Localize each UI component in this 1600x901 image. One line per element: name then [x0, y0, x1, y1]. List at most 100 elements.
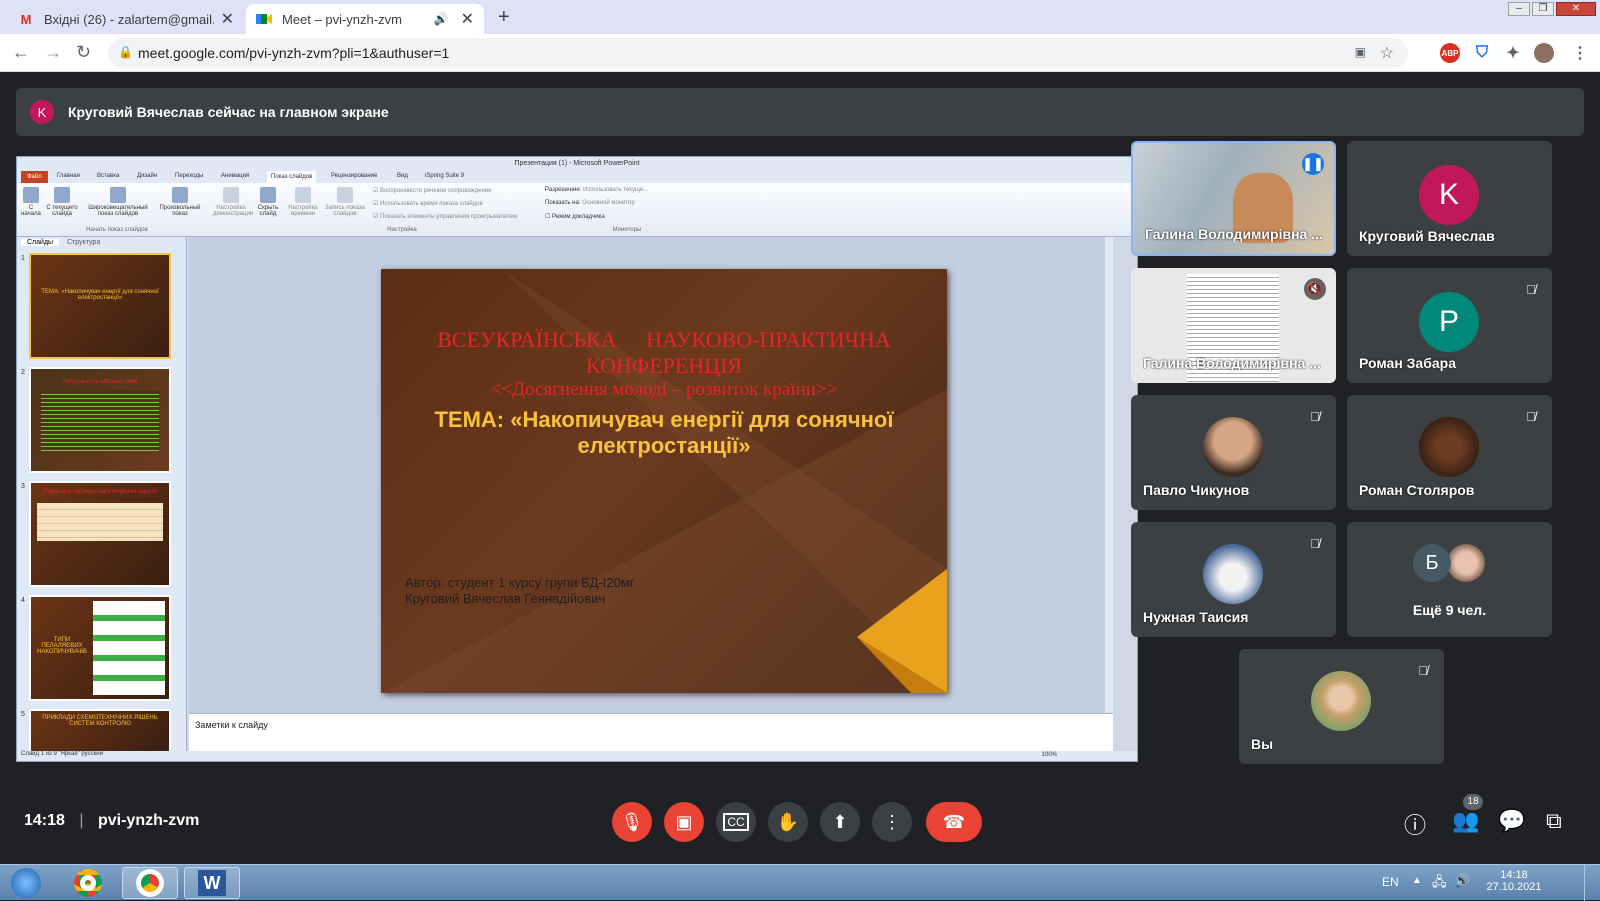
- slide-thumbnail-1[interactable]: ТЕМА: «Накопичувач енергії для сонячної …: [29, 253, 171, 359]
- camera-blocked-icon[interactable]: ▣: [1355, 45, 1366, 59]
- volume-icon[interactable]: 🔊: [1454, 873, 1470, 889]
- extensions-icon[interactable]: ✦: [1503, 43, 1523, 63]
- thumb-text-block: [41, 391, 159, 451]
- back-icon[interactable]: ←: [12, 42, 30, 63]
- ppt-tab-transitions[interactable]: Переходы: [175, 173, 203, 179]
- ribbon-hide-slide[interactable]: Скрыть слайд: [253, 187, 283, 217]
- adblock-icon[interactable]: ABP: [1440, 43, 1460, 63]
- tray-arrow-icon[interactable]: ▲: [1412, 875, 1422, 886]
- panel-tab-slides[interactable]: Слайды: [21, 239, 60, 246]
- raise-hand-button[interactable]: ✋: [768, 802, 808, 842]
- ribbon-from-current[interactable]: С текущего слайда: [45, 187, 79, 217]
- clock[interactable]: 14:18 27.10.2021: [1486, 869, 1542, 893]
- participant-tile-galyna-presentation[interactable]: 🔇 Галина Володимирівна ...: [1131, 268, 1336, 383]
- vertical-scrollbar[interactable]: [1105, 237, 1113, 713]
- thumb-title: ТЕМА: «Накопичувач енергії для сонячної …: [41, 289, 159, 301]
- participant-tile-zabara[interactable]: P 🎙̸ Роман Забара: [1347, 268, 1552, 383]
- participant-tile-kruhovyi[interactable]: K Круговий Вячеслав: [1347, 141, 1552, 256]
- minimize-button[interactable]: –: [1508, 2, 1530, 16]
- ribbon-checkbox-narration[interactable]: ☑ Воспроизвести речевое сопровождение: [373, 187, 492, 194]
- tab-meet[interactable]: Meet – pvi-ynzh-zvm 🔊 ✕: [246, 4, 484, 34]
- new-tab-button[interactable]: +: [498, 6, 510, 29]
- people-icon[interactable]: 👥: [1452, 808, 1479, 834]
- speaker-icon[interactable]: 🔊: [434, 12, 449, 26]
- slide-thumbnail-2[interactable]: Актуальність обраної теми: [29, 367, 171, 473]
- speaking-indicator-icon: ❚❚: [1302, 153, 1324, 175]
- leave-call-button[interactable]: ☎: [926, 802, 982, 842]
- ribbon-label: Запись показа слайдов: [324, 205, 366, 217]
- ppt-tab-home[interactable]: Главная: [57, 173, 80, 179]
- ribbon-resolution[interactable]: Разрешение: Использовать текуще...: [545, 187, 648, 193]
- info-icon[interactable]: ⓘ: [1404, 808, 1426, 840]
- taskbar-word[interactable]: W: [184, 867, 240, 899]
- ppt-tab-animation[interactable]: Анимация: [221, 173, 249, 179]
- ribbon-checkbox-controls[interactable]: ☑ Показать элементы управления проигрыва…: [373, 213, 517, 220]
- close-icon[interactable]: ✕: [221, 9, 234, 29]
- participant-tile-more[interactable]: Б Ещё 9 чел.: [1347, 522, 1552, 637]
- chat-icon[interactable]: 💬: [1498, 808, 1525, 834]
- ppt-tab-design[interactable]: Дизайн: [137, 173, 157, 179]
- tab-gmail[interactable]: M Вхідні (26) - zalartem@gmail.com ✕: [8, 4, 244, 34]
- participant-tile-chykunov[interactable]: 🎙̸ Павло Чикунов: [1131, 395, 1336, 510]
- participant-tile-nuzhna[interactable]: 🎙̸ Нужная Таисия: [1131, 522, 1336, 637]
- adblock-label: ABP: [1441, 48, 1459, 58]
- language-indicator[interactable]: EN: [1382, 875, 1399, 889]
- reload-icon[interactable]: ↻: [76, 42, 91, 63]
- captions-button[interactable]: CC: [716, 802, 756, 842]
- mic-toggle-button[interactable]: 🎙: [612, 802, 652, 842]
- hang-up-icon: ☎: [942, 811, 966, 832]
- restore-button[interactable]: ❐: [1532, 2, 1554, 16]
- show-desktop-button[interactable]: [1584, 865, 1600, 901]
- ribbon-label: Произвольный показ: [159, 205, 201, 217]
- ribbon-show-on[interactable]: Показать на: Основной монитор: [545, 200, 635, 206]
- ribbon-label: С текущего слайда: [46, 205, 78, 217]
- participant-avatar: [1419, 417, 1479, 477]
- slide-thumbnail-5[interactable]: ПРИКЛАДИ СХЕМОТЕХНІЧНИХ РІШЕНЬ СИСТЕМ КО…: [29, 709, 171, 753]
- slide-thumbnail-4[interactable]: ТИПИ ПЕЛАЛЯЄВИХ НАКОПИЧУВАЧІВ: [29, 595, 171, 701]
- activities-icon[interactable]: ⧉: [1546, 808, 1562, 834]
- ribbon-setup-show[interactable]: Настройка демонстрации: [213, 187, 253, 217]
- zoom-level[interactable]: 100%: [1042, 752, 1057, 758]
- slide-number: 2: [21, 369, 25, 376]
- chrome-icon: [136, 869, 164, 897]
- ribbon-rehearse[interactable]: Настройка времени: [285, 187, 321, 217]
- more-options-button[interactable]: ⋮: [872, 802, 912, 842]
- ribbon-from-start[interactable]: С начала: [19, 187, 43, 217]
- present-button[interactable]: ⬆: [820, 802, 860, 842]
- ppt-tab-file[interactable]: Файл: [21, 171, 48, 183]
- slide-notes[interactable]: Заметки к слайду: [189, 713, 1113, 753]
- address-bar[interactable]: 🔒 meet.google.com/pvi-ynzh-zvm?pli=1&aut…: [108, 38, 1408, 68]
- participant-avatar: K: [1419, 165, 1479, 225]
- participant-avatar: [1311, 671, 1371, 731]
- participant-tile-galyna-video[interactable]: ❚❚ Галина Володимирівна ...: [1131, 141, 1336, 256]
- close-icon[interactable]: ✕: [461, 9, 474, 29]
- ribbon-checkbox-timings[interactable]: ☑ Использовать время показа слайдов: [373, 200, 483, 207]
- shield-icon[interactable]: ⛉: [1472, 43, 1492, 63]
- meeting-time: 14:18: [24, 812, 65, 829]
- bookmark-star-icon[interactable]: ☆: [1380, 43, 1394, 63]
- network-icon[interactable]: 🖧: [1432, 873, 1447, 895]
- taskbar-chrome-active[interactable]: [122, 867, 178, 899]
- start-button[interactable]: [4, 867, 48, 899]
- ribbon-custom-show[interactable]: Произвольный показ: [155, 187, 205, 217]
- profile-avatar[interactable]: [1534, 43, 1554, 63]
- ppt-tab-review[interactable]: Рецензирование: [331, 173, 377, 179]
- ribbon-record[interactable]: Запись показа слайдов: [323, 187, 367, 217]
- ppt-tab-ispring[interactable]: iSpring Suite 9: [425, 173, 464, 179]
- ppt-tab-view[interactable]: Вид: [397, 173, 408, 179]
- ppt-tab-slideshow[interactable]: Показ слайдов: [267, 171, 317, 183]
- panel-tab-outline[interactable]: Структура: [67, 239, 100, 246]
- forward-icon[interactable]: →: [44, 42, 62, 63]
- ppt-tab-insert[interactable]: Вставка: [97, 173, 119, 179]
- ribbon-presenter-view[interactable]: ☐ Режим докладчика: [545, 213, 605, 220]
- taskbar-chrome-pinned[interactable]: [60, 867, 116, 899]
- more-menu-icon[interactable]: ⋮: [1570, 43, 1590, 63]
- participant-tile-stoliarov[interactable]: 🎙̸ Роман Столяров: [1347, 395, 1552, 510]
- window-close-button[interactable]: ✕: [1556, 2, 1596, 16]
- slide-thumbnail-3[interactable]: Порівнята таблиця накопичувачів енергії: [29, 481, 171, 587]
- tab-title: Вхідні (26) - zalartem@gmail.com: [44, 11, 214, 27]
- camera-toggle-button[interactable]: ▣: [664, 802, 704, 842]
- slide-canvas[interactable]: ВСЕУКРАЇНСЬКА НАУКОВО-ПРАКТИЧНА КОНФЕРЕН…: [381, 269, 947, 693]
- participant-tile-self[interactable]: 🎙̸ Вы: [1239, 649, 1444, 764]
- ribbon-broadcast[interactable]: Широковещательный показ слайдов: [83, 187, 153, 217]
